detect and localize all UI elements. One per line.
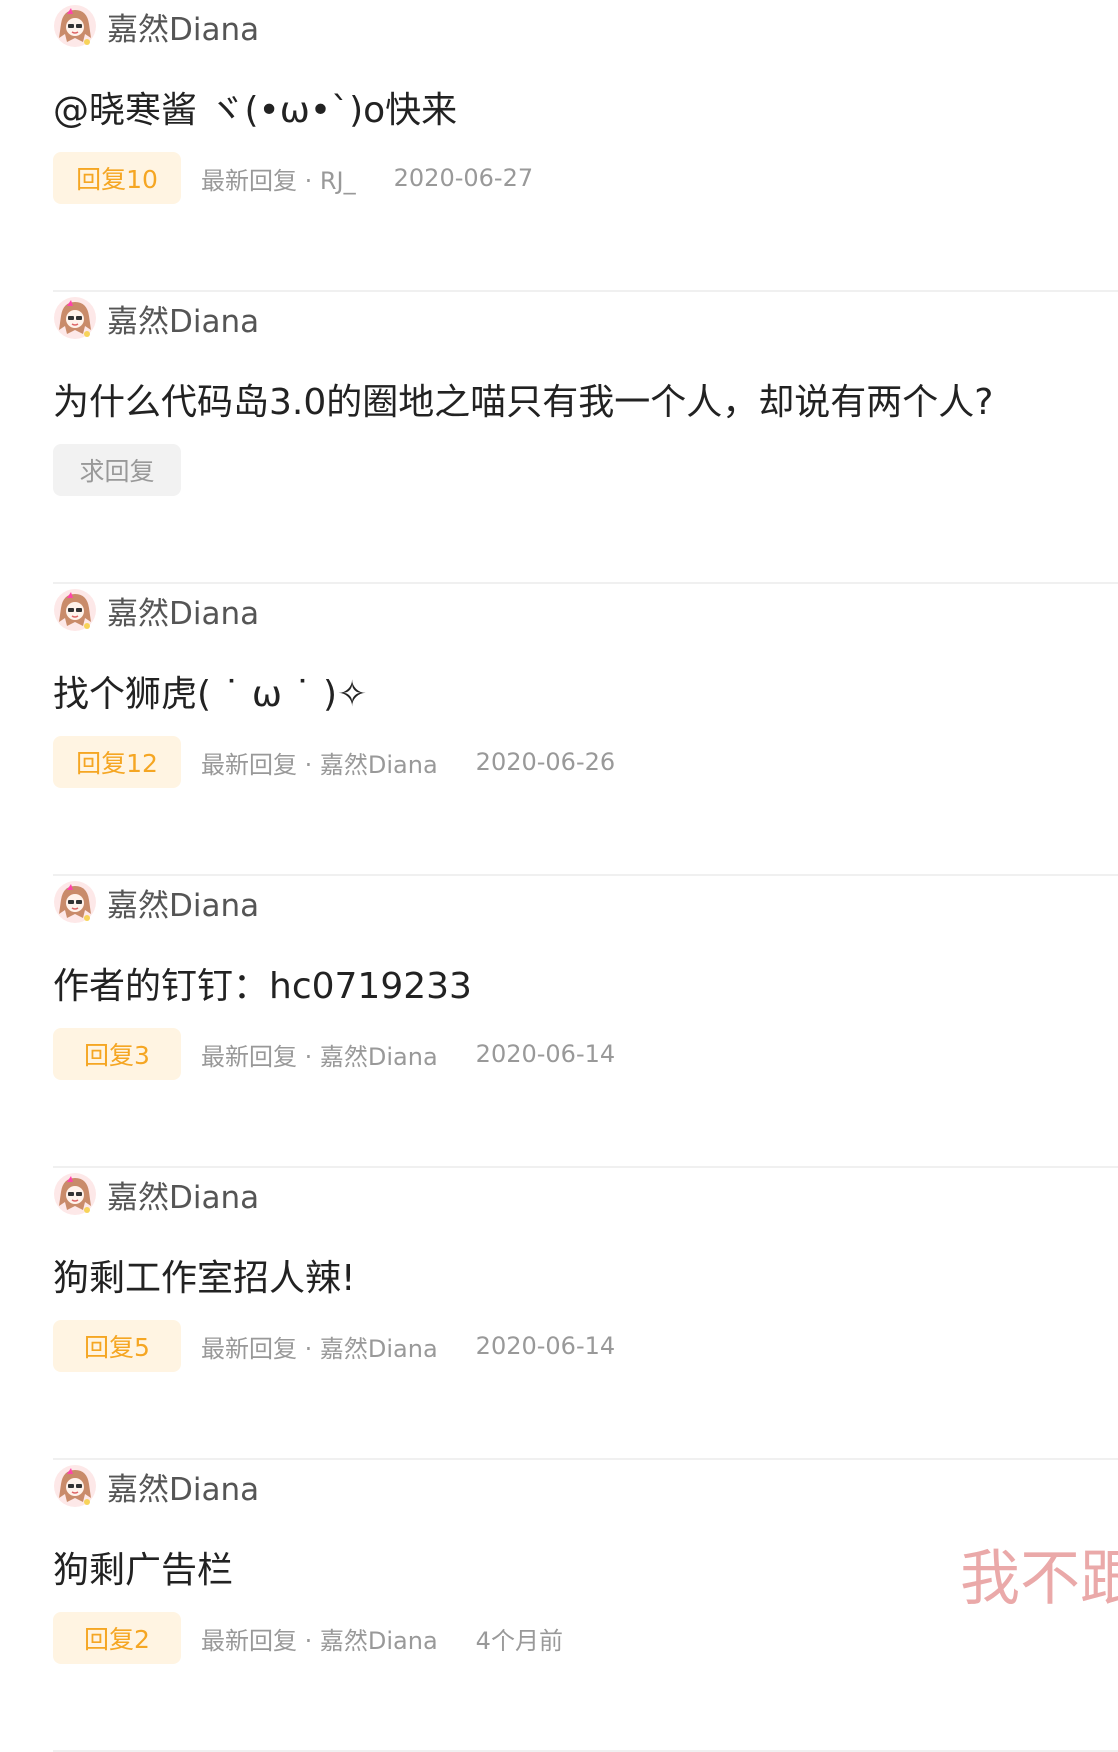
post-item[interactable]: 嘉然Diana 狗剩广告栏 回复2 最新回复 · 嘉然Diana 4个月前: [53, 1460, 1118, 1752]
post-title[interactable]: 作者的钉钉：hc0719233: [53, 962, 472, 1012]
post-date: 2020-06-27: [393, 164, 534, 192]
post-date: 2020-06-26: [475, 748, 616, 776]
avatar-icon[interactable]: [53, 296, 97, 340]
ask-reply-badge[interactable]: 求回复: [53, 444, 181, 496]
author-row[interactable]: 嘉然Diana: [53, 876, 259, 928]
avatar-icon[interactable]: [53, 880, 97, 924]
latest-reply: 最新回复 · 嘉然Diana: [201, 1334, 438, 1363]
post-title[interactable]: 狗剩广告栏: [53, 1546, 233, 1596]
author-name[interactable]: 嘉然Diana: [107, 296, 259, 341]
post-item[interactable]: 嘉然Diana 为什么代码岛3.0的圈地之喵只有我一个人，却说有两个人? 求回复: [53, 292, 1118, 584]
reply-count-badge[interactable]: 回复12: [53, 736, 181, 788]
author-row[interactable]: 嘉然Diana: [53, 1168, 259, 1220]
post-item[interactable]: 嘉然Diana 找个狮虎( ˙ ω ˙ )✧ 回复12 最新回复 · 嘉然Dia…: [53, 584, 1118, 876]
reply-count-badge[interactable]: 回复3: [53, 1028, 181, 1080]
post-title[interactable]: 找个狮虎( ˙ ω ˙ )✧: [53, 670, 367, 720]
author-row[interactable]: 嘉然Diana: [53, 0, 259, 52]
meta-row: 回复12 最新回复 · 嘉然Diana 2020-06-26: [53, 736, 615, 788]
author-row[interactable]: 嘉然Diana: [53, 292, 259, 344]
author-name[interactable]: 嘉然Diana: [107, 588, 259, 633]
post-item[interactable]: 嘉然Diana @晓寒酱 ヾ(•ω•`)o快来 回复10 最新回复 · RJ_ …: [53, 0, 1118, 292]
meta-row: 回复5 最新回复 · 嘉然Diana 2020-06-14: [53, 1320, 615, 1372]
latest-reply: 最新回复 · 嘉然Diana: [201, 750, 438, 779]
post-item[interactable]: 嘉然Diana 作者的钉钉：hc0719233 回复3 最新回复 · 嘉然Dia…: [53, 876, 1118, 1168]
reply-count-badge[interactable]: 回复5: [53, 1320, 181, 1372]
meta-row: 回复2 最新回复 · 嘉然Diana 4个月前: [53, 1612, 563, 1664]
author-name[interactable]: 嘉然Diana: [107, 880, 259, 925]
post-title[interactable]: @晓寒酱 ヾ(•ω•`)o快来: [53, 86, 457, 136]
latest-reply: 最新回复 · RJ_: [201, 166, 356, 195]
post-title[interactable]: 为什么代码岛3.0的圈地之喵只有我一个人，却说有两个人?: [53, 378, 993, 428]
avatar-icon[interactable]: [53, 1172, 97, 1216]
author-row[interactable]: 嘉然Diana: [53, 584, 259, 636]
post-date: 2020-06-14: [475, 1040, 616, 1068]
author-row[interactable]: 嘉然Diana: [53, 1460, 259, 1512]
meta-row: 求回复: [53, 444, 239, 496]
reply-count-badge[interactable]: 回复2: [53, 1612, 181, 1664]
author-name[interactable]: 嘉然Diana: [107, 4, 259, 49]
avatar-icon[interactable]: [53, 588, 97, 632]
avatar-icon[interactable]: [53, 1464, 97, 1508]
post-item[interactable]: 嘉然Diana 狗剩工作室招人辣! 回复5 最新回复 · 嘉然Diana 202…: [53, 1168, 1118, 1460]
post-date: 4个月前: [475, 1626, 563, 1655]
post-date: 2020-06-14: [475, 1332, 616, 1360]
latest-reply: 最新回复 · 嘉然Diana: [201, 1626, 438, 1655]
post-title[interactable]: 狗剩工作室招人辣!: [53, 1254, 355, 1304]
meta-row: 回复3 最新回复 · 嘉然Diana 2020-06-14: [53, 1028, 615, 1080]
author-name[interactable]: 嘉然Diana: [107, 1464, 259, 1509]
author-name[interactable]: 嘉然Diana: [107, 1172, 259, 1217]
latest-reply: 最新回复 · 嘉然Diana: [201, 1042, 438, 1071]
avatar-icon[interactable]: [53, 4, 97, 48]
reply-count-badge[interactable]: 回复10: [53, 152, 181, 204]
meta-row: 回复10 最新回复 · RJ_ 2020-06-27: [53, 152, 533, 204]
floating-sticker-text: 我不跟: [960, 1544, 1118, 1614]
